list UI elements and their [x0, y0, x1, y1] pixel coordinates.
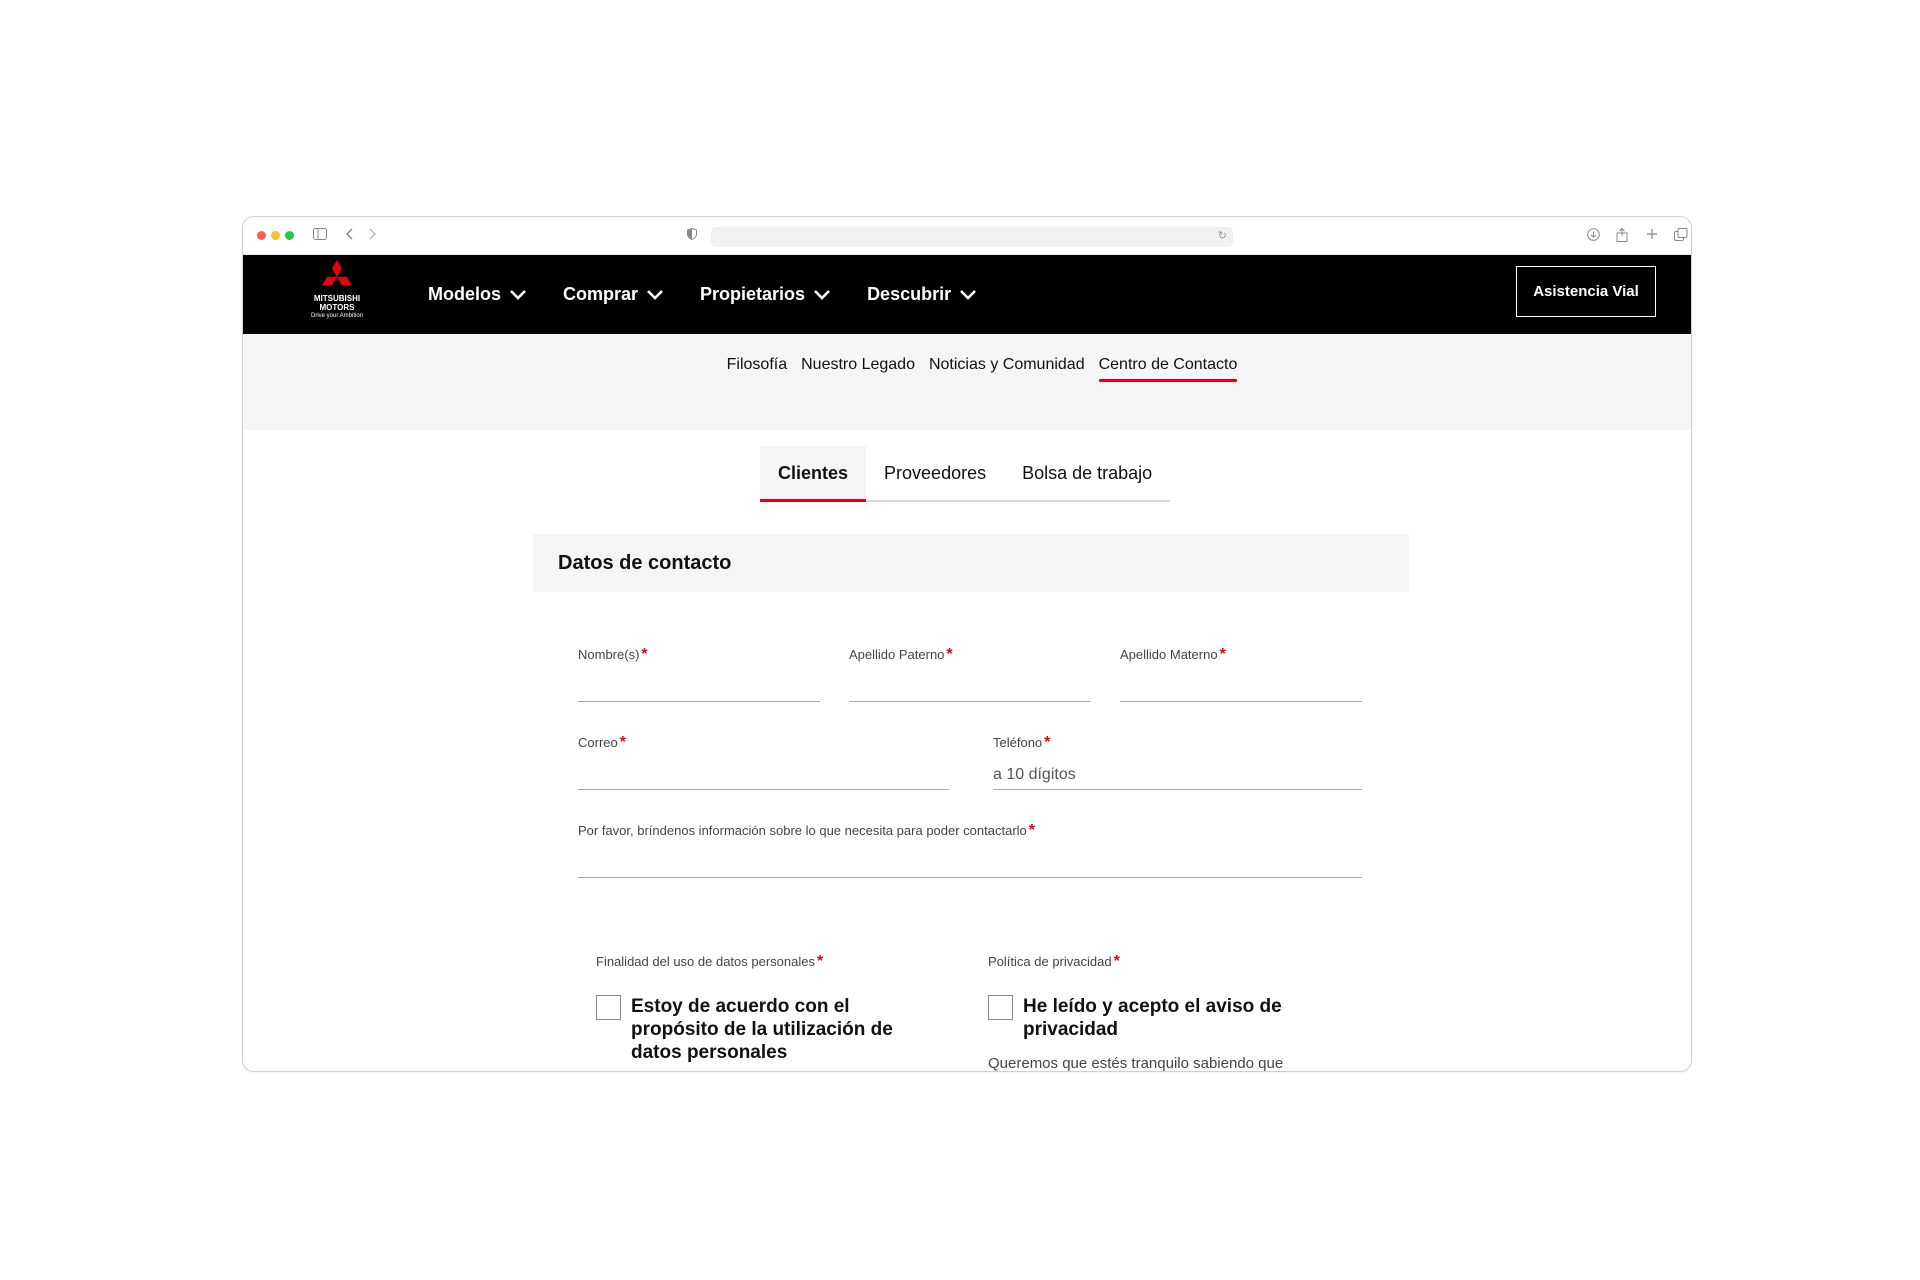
- nombre-input[interactable]: [578, 672, 820, 702]
- apellido-materno-input[interactable]: [1120, 672, 1362, 702]
- privacidad-consent-text: He leído y acepto el aviso de privacidad: [1023, 996, 1282, 1040]
- brand-logo[interactable]: MITSUBISHI MOTORS Drive your Ambition: [300, 260, 374, 330]
- section-title: Datos de contacto: [533, 534, 1409, 592]
- secondary-nav: Filosofía Nuestro Legado Noticias y Comu…: [243, 334, 1691, 430]
- chevron-down-icon: [960, 289, 977, 300]
- tab-proveedores[interactable]: Proveedores: [866, 446, 1004, 500]
- new-tab-icon[interactable]: [1646, 228, 1658, 244]
- required-marker: *: [1113, 953, 1120, 970]
- tab-bolsa-de-trabajo[interactable]: Bolsa de trabajo: [1004, 446, 1170, 500]
- required-marker: *: [619, 734, 626, 751]
- apellido-paterno-field: Apellido Paterno *: [849, 646, 1091, 702]
- subnav-item-centro-de-contacto[interactable]: Centro de Contacto: [1098, 356, 1237, 382]
- nav-item-label: Modelos: [428, 284, 502, 304]
- nav-item-label: Propietarios: [700, 284, 806, 304]
- reload-icon[interactable]: ↻: [1218, 229, 1227, 242]
- site-header: MITSUBISHI MOTORS Drive your Ambition Mo…: [243, 255, 1691, 334]
- back-icon[interactable]: [345, 228, 355, 244]
- field-label: Por favor, bríndenos información sobre l…: [578, 823, 1027, 838]
- chevron-down-icon: [814, 289, 830, 300]
- asistencia-vial-button[interactable]: Asistencia Vial: [1516, 266, 1656, 317]
- field-label: Apellido Paterno: [849, 647, 945, 662]
- zoom-window-button[interactable]: [285, 231, 294, 240]
- field-label: Teléfono: [993, 735, 1043, 750]
- nombre-field: Nombre(s) *: [578, 646, 820, 702]
- share-icon[interactable]: [1616, 227, 1628, 246]
- correo-field: Correo *: [578, 734, 949, 790]
- required-marker: *: [1219, 646, 1226, 663]
- address-bar[interactable]: ↻: [711, 227, 1233, 247]
- finalidad-consent-text: Estoy de acuerdo con el propósito de la …: [631, 996, 893, 1063]
- required-marker: *: [946, 646, 953, 663]
- main-nav: Modelos Comprar Propietarios Descubrir: [428, 255, 977, 334]
- nav-item-descubrir[interactable]: Descubrir: [867, 284, 977, 305]
- contact-tabs: Clientes Proveedores Bolsa de trabajo: [760, 446, 1171, 502]
- mensaje-field: Por favor, bríndenos información sobre l…: [578, 822, 1362, 878]
- brand-name-line2: MOTORS: [319, 303, 355, 312]
- mitsubishi-diamonds-icon: [322, 260, 352, 286]
- subnav-item-nuestro-legado[interactable]: Nuestro Legado: [801, 356, 915, 380]
- window-controls: [257, 231, 294, 240]
- privacy-shield-icon[interactable]: [687, 227, 697, 244]
- nav-item-label: Comprar: [563, 284, 639, 304]
- finalidad-consent: Finalidad del uso de datos personales * E…: [596, 953, 926, 1064]
- forward-icon[interactable]: [367, 228, 377, 244]
- privacidad-checkbox[interactable]: [988, 995, 1013, 1020]
- privacidad-consent: Política de privacidad * He leído y acept…: [988, 953, 1358, 1072]
- chevron-down-icon: [510, 289, 526, 300]
- chevron-down-icon: [647, 289, 663, 300]
- browser-window: ↻ MITSUBISHI MOTORS Drive your Ambition: [242, 216, 1692, 1072]
- correo-input[interactable]: [578, 760, 949, 790]
- telefono-input[interactable]: [993, 760, 1362, 790]
- browser-toolbar: ↻: [243, 217, 1691, 255]
- brand-tagline: Drive your Ambition: [310, 313, 364, 319]
- subnav-item-filosofia[interactable]: Filosofía: [727, 356, 787, 380]
- required-marker: *: [816, 953, 824, 970]
- close-window-button[interactable]: [257, 231, 266, 240]
- required-marker: *: [1028, 822, 1036, 839]
- sidebar-toggle-icon[interactable]: [313, 228, 327, 244]
- nav-item-label: Descubrir: [867, 284, 952, 304]
- nav-item-comprar[interactable]: Comprar: [563, 284, 664, 305]
- brand-name-line1: MITSUBISHI: [313, 294, 361, 303]
- required-marker: *: [641, 646, 648, 663]
- telefono-field: Teléfono *: [993, 734, 1362, 790]
- field-label: Nombre(s): [578, 647, 640, 662]
- subnav-item-noticias[interactable]: Noticias y Comunidad: [929, 356, 1085, 380]
- tab-clientes[interactable]: Clientes: [760, 446, 867, 502]
- field-label: Apellido Materno: [1120, 647, 1218, 662]
- consent-label: Finalidad del uso de datos personales: [596, 954, 815, 969]
- finalidad-checkbox[interactable]: [596, 995, 621, 1020]
- required-marker: *: [1044, 734, 1051, 751]
- apellido-paterno-input[interactable]: [849, 672, 1091, 702]
- minimize-window-button[interactable]: [271, 231, 280, 240]
- contact-page-content: Clientes Proveedores Bolsa de trabajo Da…: [243, 430, 1691, 1072]
- nav-item-modelos[interactable]: Modelos: [428, 284, 527, 305]
- apellido-materno-field: Apellido Materno *: [1120, 646, 1362, 702]
- privacidad-subtext: Queremos que estés tranquilo sabiendo qu…: [988, 1055, 1284, 1072]
- download-icon[interactable]: [1587, 228, 1600, 245]
- consent-label: Política de privacidad: [988, 954, 1112, 969]
- field-label: Correo: [578, 735, 618, 750]
- tab-overview-icon[interactable]: [1674, 228, 1688, 245]
- mensaje-input[interactable]: [578, 848, 1362, 878]
- nav-item-propietarios[interactable]: Propietarios: [700, 284, 831, 305]
